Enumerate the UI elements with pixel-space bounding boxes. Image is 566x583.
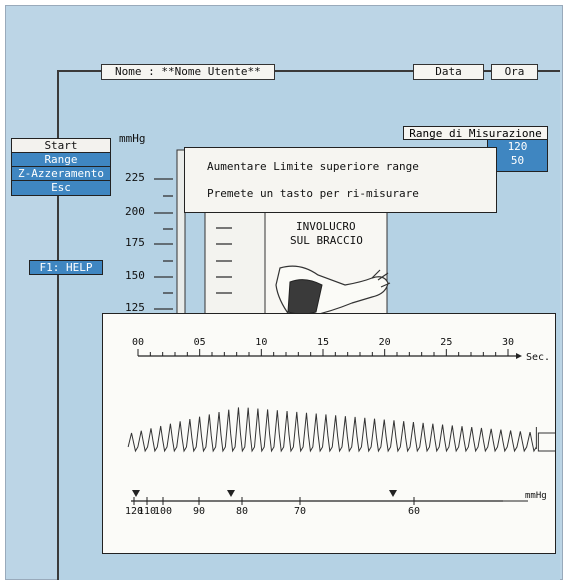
oscillation-waveform (127, 407, 537, 453)
help-button[interactable]: F1: HELP (29, 260, 103, 275)
time-axis-tick-label: 30 (502, 337, 514, 348)
pressure-axis-tick-label: 90 (193, 506, 205, 517)
time-axis-arrow (516, 353, 522, 359)
menu-title-start[interactable]: Start (12, 139, 110, 153)
header-connector (484, 71, 491, 72)
time-axis-unit-label: Sec. (526, 352, 550, 363)
gauge-label-175: 175 (125, 236, 145, 249)
pressure-axis-tick-label: 70 (294, 506, 306, 517)
pressure-marker (227, 490, 235, 497)
pressure-marker (132, 490, 140, 497)
pressure-axis-unit-label: mmHg (525, 491, 547, 501)
cuff-instruction-line1: INVOLUCRO (296, 220, 356, 233)
dialog-message-line2: Premete un tasto per ri-misurare (207, 187, 419, 200)
date-button[interactable]: Data (413, 64, 484, 80)
time-axis-tick-label: 20 (379, 337, 391, 348)
time-button[interactable]: Ora (491, 64, 538, 80)
time-axis-tick-label: 15 (317, 337, 329, 348)
menu-item-zero[interactable]: Z-Azzeramento (12, 167, 110, 181)
range-panel: Range di Misurazione 120 50 (403, 126, 548, 172)
gauge-label-225: 225 (125, 171, 145, 184)
time-axis-tick-label: 25 (440, 337, 452, 348)
waveform-end-box (537, 432, 555, 452)
dialog-message-line1: Aumentare Limite superiore range (207, 160, 419, 173)
gauge-unit-label: mmHg (119, 132, 146, 145)
pressure-marker (389, 490, 397, 497)
pressure-axis-tick-label: 80 (236, 506, 248, 517)
range-panel-title: Range di Misurazione (403, 126, 548, 140)
time-axis-tick-label: 00 (132, 337, 144, 348)
cuff-instruction-line2: SUL BRACCIO (290, 234, 363, 247)
gauge-label-150: 150 (125, 269, 145, 282)
gauge-label-200: 200 (125, 205, 145, 218)
main-menu: Start Range Z-Azzeramento Esc (11, 138, 111, 196)
warning-dialog[interactable]: Aumentare Limite superiore range Premete… (184, 147, 497, 213)
oscillation-chart-panel: 00 05 10 15 20 25 30 Sec. mmHg 120 110 100 90 80 70 60 (102, 313, 556, 554)
time-axis-tick-label: 10 (255, 337, 267, 348)
user-name-field[interactable]: Nome : **Nome Utente** (101, 64, 275, 80)
pressure-axis-tick-label: 100 (154, 506, 172, 517)
menu-item-esc[interactable]: Esc (12, 181, 110, 195)
time-axis-tick-label: 05 (194, 337, 206, 348)
pressure-axis-tick-label: 60 (408, 506, 420, 517)
menu-item-range[interactable]: Range (12, 153, 110, 167)
oscillation-chart: 00 05 10 15 20 25 30Sec.mmHg120110100 90 80 70 60 (125, 337, 555, 517)
